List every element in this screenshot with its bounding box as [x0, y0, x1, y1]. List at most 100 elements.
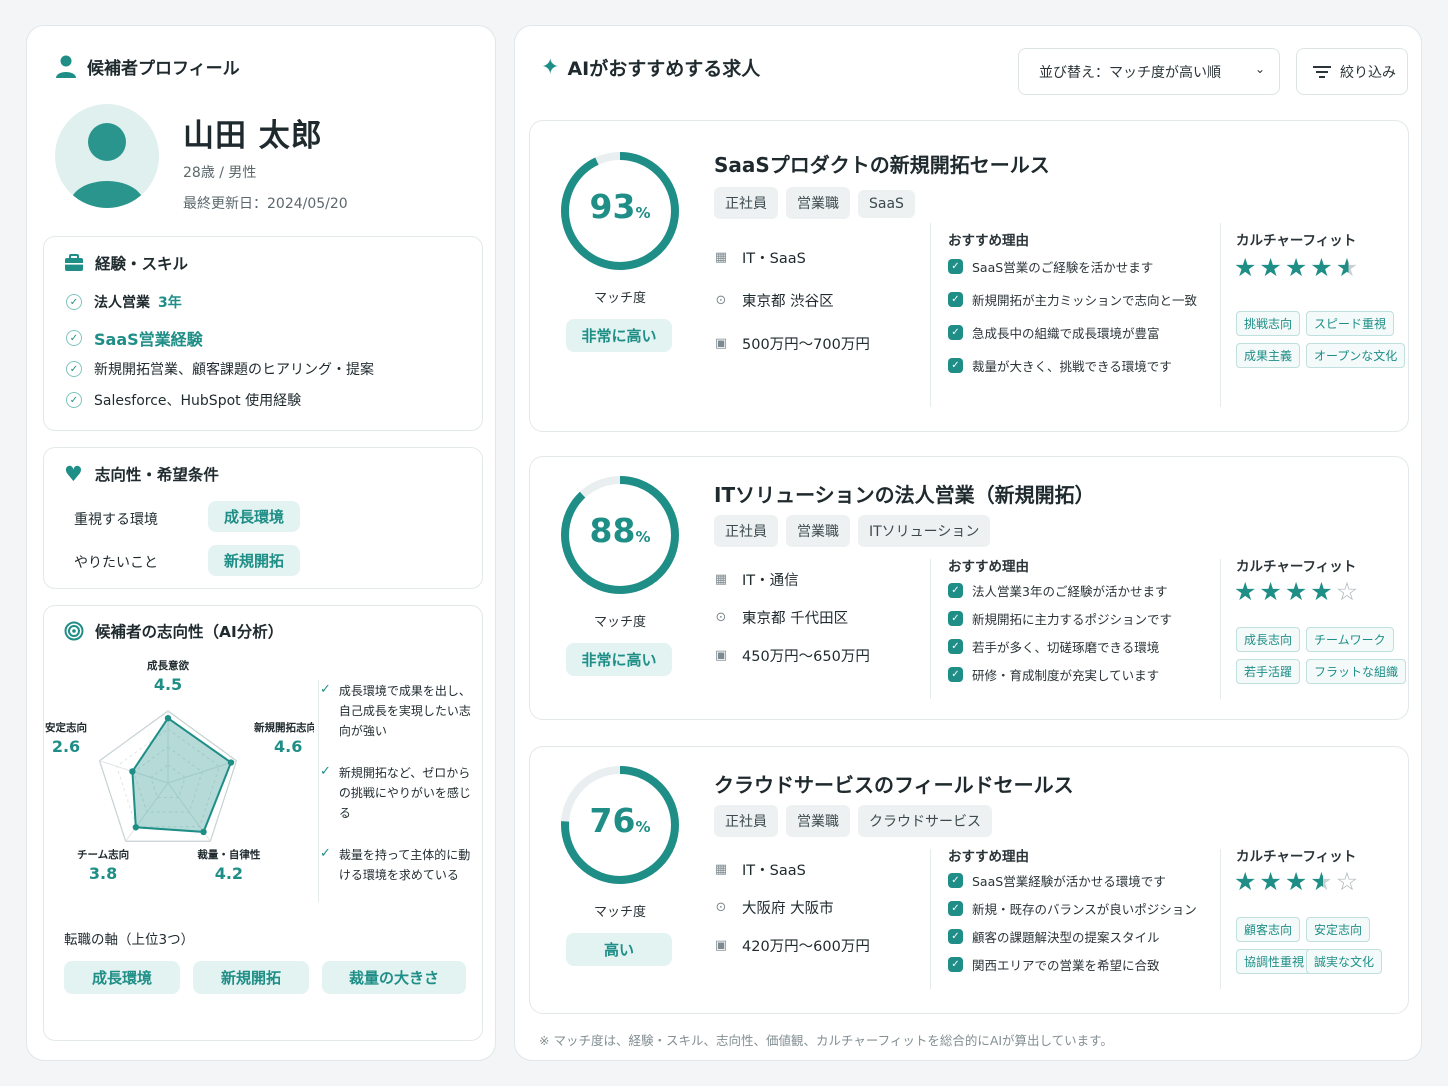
divider	[1220, 559, 1221, 699]
reason-text: SaaS営業経験が活かせる環境です	[972, 874, 1166, 889]
radar-area	[131, 716, 233, 833]
top-axis-pill: 成長環境	[64, 961, 180, 994]
reason-text: 関西エリアでの営業を希望に合致	[972, 958, 1160, 973]
reason-item: ✓ 急成長中の組織で成長環境が豊富	[948, 323, 1160, 342]
job-industry: ▦ IT・SaaS	[714, 862, 806, 879]
sort-dropdown[interactable]: 並び替え：マッチ度が高い順 ⌄	[1018, 48, 1280, 95]
checkbox-icon: ✓	[948, 873, 963, 888]
reason-item: ✓ 顧客の課題解決型の提案スタイル	[948, 927, 1160, 946]
insight-item: ✓ 成長環境で成果を出し、自己成長を実現したい志向が強い	[320, 682, 476, 741]
star-icon: ★	[1335, 253, 1362, 282]
insight-item: ✓ 裁量を持って主体的に動ける環境を求めている	[320, 846, 476, 886]
match-value: 93	[589, 187, 636, 226]
divider	[1220, 223, 1221, 407]
job-industry: ▦ IT・通信	[714, 572, 799, 589]
radar-axis-label: 成長意欲	[147, 659, 189, 672]
reason-text: 新規・既存のバランスが良いポジション	[972, 902, 1197, 917]
skill-label: Salesforce、HubSpot 使用経験	[94, 393, 302, 409]
building-icon: ▦	[714, 250, 728, 265]
match-score: 93%	[558, 187, 682, 226]
skills-card: 経験・スキル ✓ 法人営業 3年 ✓ SaaS営業経験 ✓ 新規開拓営業、顧客課…	[43, 236, 483, 431]
divider	[1220, 849, 1221, 989]
reason-item: ✓ 新規・既存のバランスが良いポジション	[948, 899, 1197, 918]
profile-header: 候補者プロフィール	[55, 54, 240, 79]
candidate-name: 山田 太郎	[183, 118, 323, 154]
job-tag: クラウドサービス	[858, 805, 992, 837]
check-icon: ✓	[320, 764, 331, 779]
chevron-down-icon: ⌄	[1254, 62, 1265, 76]
checkbox-icon: ✓	[948, 583, 963, 598]
job-industry: ▦ IT・SaaS	[714, 250, 806, 267]
top-axis-pill: 裁量の大きさ	[322, 961, 466, 994]
checkbox-icon: ✓	[948, 957, 963, 972]
reason-label: おすすめ理由	[948, 849, 1029, 865]
candidate-age-gender: 28歳 / 男性	[183, 165, 257, 181]
star-icon: ★	[1310, 867, 1336, 896]
user-icon	[56, 55, 76, 78]
reason-text: 法人営業3年のご経験が活かせます	[972, 584, 1168, 599]
checkbox-icon: ✓	[948, 639, 963, 654]
culture-tag: 若手活躍	[1236, 659, 1301, 684]
radar-point	[129, 768, 136, 775]
top-axis-pill: 新規開拓	[193, 961, 309, 994]
culture-label: カルチャーフィット	[1236, 233, 1357, 249]
location-pin-icon: ⊙	[715, 293, 727, 308]
analysis-header: 候補者の志向性（AI分析）	[64, 620, 283, 642]
location-pin-icon: ⊙	[715, 610, 727, 625]
building-icon: ▦	[714, 862, 728, 877]
checkbox-icon: ✓	[948, 325, 963, 340]
reason-text: 裁量が大きく、挑戦できる環境です	[972, 359, 1172, 374]
match-value: 88	[589, 511, 636, 550]
insight-text: 裁量を持って主体的に動ける環境を求めている	[338, 848, 471, 882]
check-circle-icon: ✓	[66, 330, 82, 346]
recommend-header: ✦ AIがおすすめする求人	[541, 54, 760, 81]
pref-value-pill: 新規開拓	[208, 545, 300, 576]
match-score: 88%	[558, 511, 682, 550]
skills-header: 経験・スキル	[64, 252, 188, 274]
radar-axis-value: 4.6	[274, 737, 302, 756]
reason-item: ✓ SaaS営業経験が活かせる環境です	[948, 871, 1166, 890]
match-label: マッチ度	[593, 291, 646, 306]
checkbox-icon: ✓	[948, 929, 963, 944]
candidate-profile-panel: 候補者プロフィール 山田 太郎 28歳 / 男性 最終更新日：2024/05/2…	[26, 25, 496, 1061]
star-icon: ★	[1259, 577, 1285, 606]
radar-axis-label: 裁量・自律性	[197, 848, 260, 861]
job-salary: ▣ 420万円〜600万円	[714, 938, 870, 955]
filter-button[interactable]: 絞り込み	[1296, 48, 1408, 95]
location-pin-icon: ⊙	[715, 900, 727, 915]
job-card[interactable]: 88% マッチ度 非常に高い ITソリューションの法人営業（新規開拓） 正社員営…	[529, 456, 1409, 720]
skill-item: ✓ 法人営業 3年	[66, 292, 182, 312]
job-tags: 正社員 営業職 SaaS	[714, 187, 923, 219]
checkbox-icon: ✓	[948, 611, 963, 626]
skill-item: ✓ Salesforce、HubSpot 使用経験	[66, 390, 301, 410]
check-circle-icon: ✓	[66, 392, 82, 408]
job-title[interactable]: SaaSプロダクトの新規開拓セールス	[714, 149, 1050, 178]
job-title[interactable]: ITソリューションの法人営業（新規開拓）	[714, 479, 1095, 508]
checkbox-icon: ✓	[948, 259, 963, 274]
radar-axis-value: 4.5	[154, 675, 182, 694]
reason-item: ✓ 新規開拓が主力ミッションで志向と一致	[948, 290, 1197, 309]
reason-item: ✓ 裁量が大きく、挑戦できる環境です	[948, 356, 1172, 375]
insight-text: 新規開拓など、ゼロからの挑戦にやりがいを感じる	[338, 766, 471, 820]
match-percent: %	[635, 818, 651, 836]
pref-label: やりたいこと	[74, 555, 158, 571]
job-card[interactable]: 76% マッチ度 高い クラウドサービスのフィールドセールス 正社員 営業職 クラウ…	[529, 746, 1409, 1014]
briefcase-icon	[65, 254, 83, 271]
match-label: マッチ度	[593, 905, 646, 920]
job-card[interactable]: 93% マッチ度 非常に高い SaaSプロダクトの新規開拓セールス 正社員 営業職…	[529, 120, 1409, 432]
culture-tag: 顧客志向	[1236, 917, 1301, 942]
job-title[interactable]: クラウドサービスのフィールドセールス	[714, 769, 1074, 798]
preferences-header: ♥ 志向性・希望条件	[64, 462, 219, 486]
job-tag: SaaS	[858, 190, 915, 218]
match-score: 76%	[558, 801, 682, 840]
match-percent: %	[635, 204, 651, 222]
radar-point	[227, 759, 235, 766]
heart-icon: ♥	[64, 462, 83, 486]
check-circle-icon: ✓	[66, 294, 82, 310]
match-level-pill: 非常に高い	[566, 643, 672, 676]
culture-tag: 協調性重視	[1236, 949, 1313, 974]
footnote: ※ マッチ度は、経験・スキル、志向性、価値観、カルチャーフィットを総合的にAIが…	[539, 1033, 1113, 1048]
radar-axis-value: 3.8	[89, 864, 117, 883]
culture-tag: チームワーク	[1306, 627, 1394, 652]
check-circle-icon: ✓	[66, 361, 82, 377]
